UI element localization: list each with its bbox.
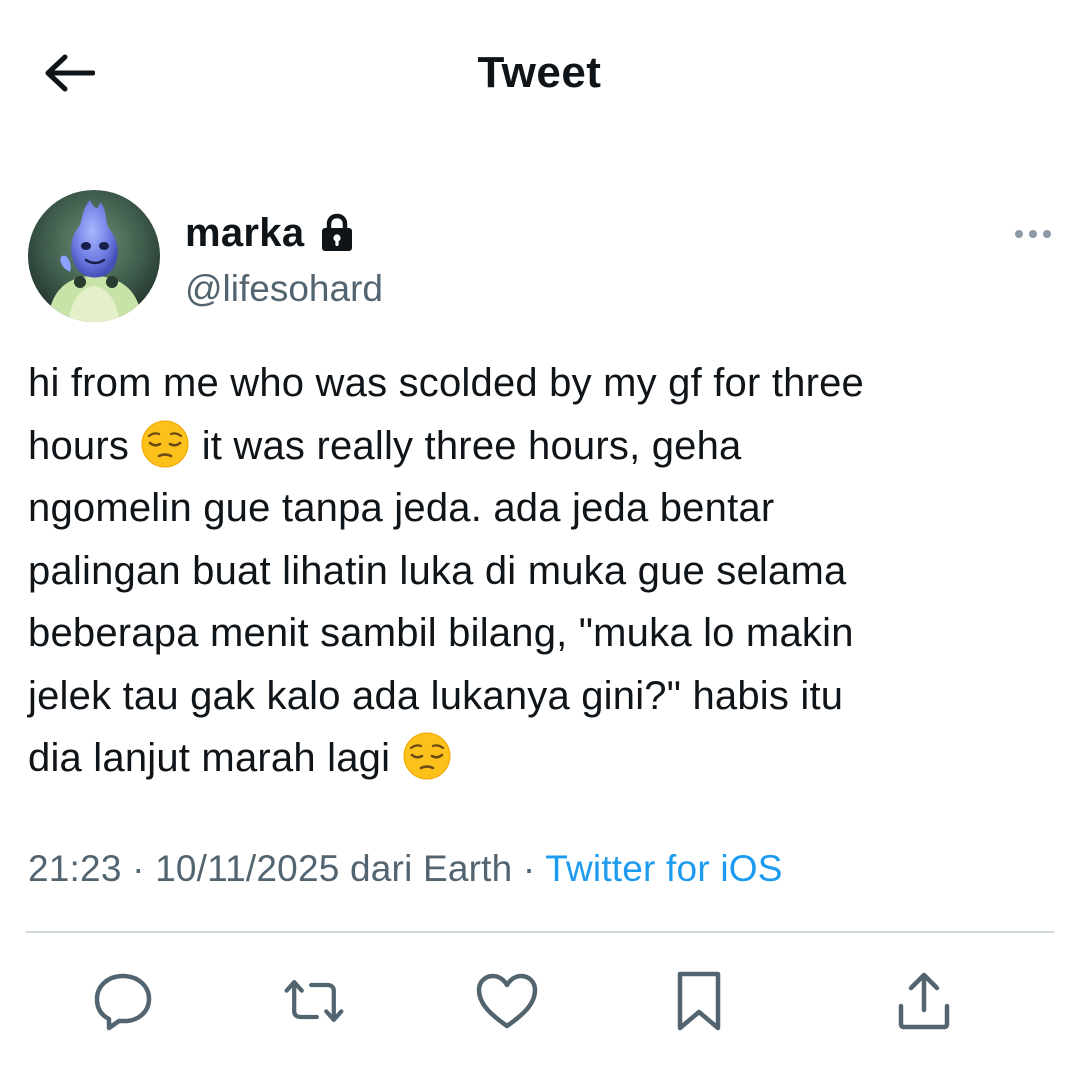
- pensive-face-emoji-icon: 😔: [140, 419, 190, 469]
- display-name-row[interactable]: marka: [185, 208, 354, 258]
- avatar-image: [28, 190, 160, 322]
- more-options-button[interactable]: [1008, 218, 1058, 250]
- retweet-icon: [284, 980, 344, 1022]
- action-bar: [0, 960, 1079, 1040]
- tweet-line: jelek tau gak kalo ada lukanya gini?" ha…: [28, 673, 844, 718]
- retweet-button[interactable]: [281, 968, 347, 1034]
- tweet-line: hours 😔 it was really three hours, geha: [28, 415, 1058, 478]
- tweet-date-location[interactable]: 10/11/2025 dari Earth: [155, 848, 512, 889]
- like-button[interactable]: [474, 968, 540, 1034]
- avatar[interactable]: [28, 190, 160, 322]
- top-bar: Tweet: [0, 0, 1079, 150]
- tweet-text: hi from me who was scolded by my gf for …: [28, 352, 1058, 790]
- reply-button[interactable]: [90, 968, 156, 1034]
- share-button[interactable]: [891, 968, 957, 1034]
- heart-icon: [476, 973, 538, 1029]
- page-title: Tweet: [477, 48, 602, 97]
- tweet-meta: 21:23 · 10/11/2025 dari Earth · Twitter …: [28, 848, 783, 890]
- tweet-line: beberapa menit sambil bilang, "muka lo m…: [28, 611, 854, 655]
- divider: [26, 931, 1054, 933]
- lock-icon: [320, 213, 354, 253]
- more-horizontal-icon: [1015, 230, 1051, 238]
- tweet-time[interactable]: 21:23: [28, 848, 122, 889]
- meta-separator: ·: [512, 848, 546, 889]
- tweet-line: hi from me who was scolded by my gf for …: [28, 361, 864, 405]
- reply-icon: [94, 973, 152, 1031]
- pensive-face-emoji-icon: 😔: [402, 731, 452, 781]
- tweet-author: marka @lifesohard: [28, 190, 1058, 326]
- user-handle[interactable]: @lifesohard: [185, 268, 383, 310]
- tweet-line: palingan buat lihatin luka di muka gue s…: [28, 548, 847, 593]
- tweet-source-link[interactable]: Twitter for iOS: [545, 848, 782, 889]
- share-icon: [898, 972, 950, 1030]
- display-name: marka: [185, 210, 305, 255]
- meta-separator: ·: [121, 848, 156, 889]
- bookmark-button[interactable]: [666, 968, 732, 1034]
- tweet-line: ngomelin gue tanpa jeda. ada jeda bentar: [28, 486, 775, 530]
- bookmark-icon: [677, 971, 721, 1031]
- tweet-line: dia lanjut marah lagi 😔: [28, 727, 1058, 790]
